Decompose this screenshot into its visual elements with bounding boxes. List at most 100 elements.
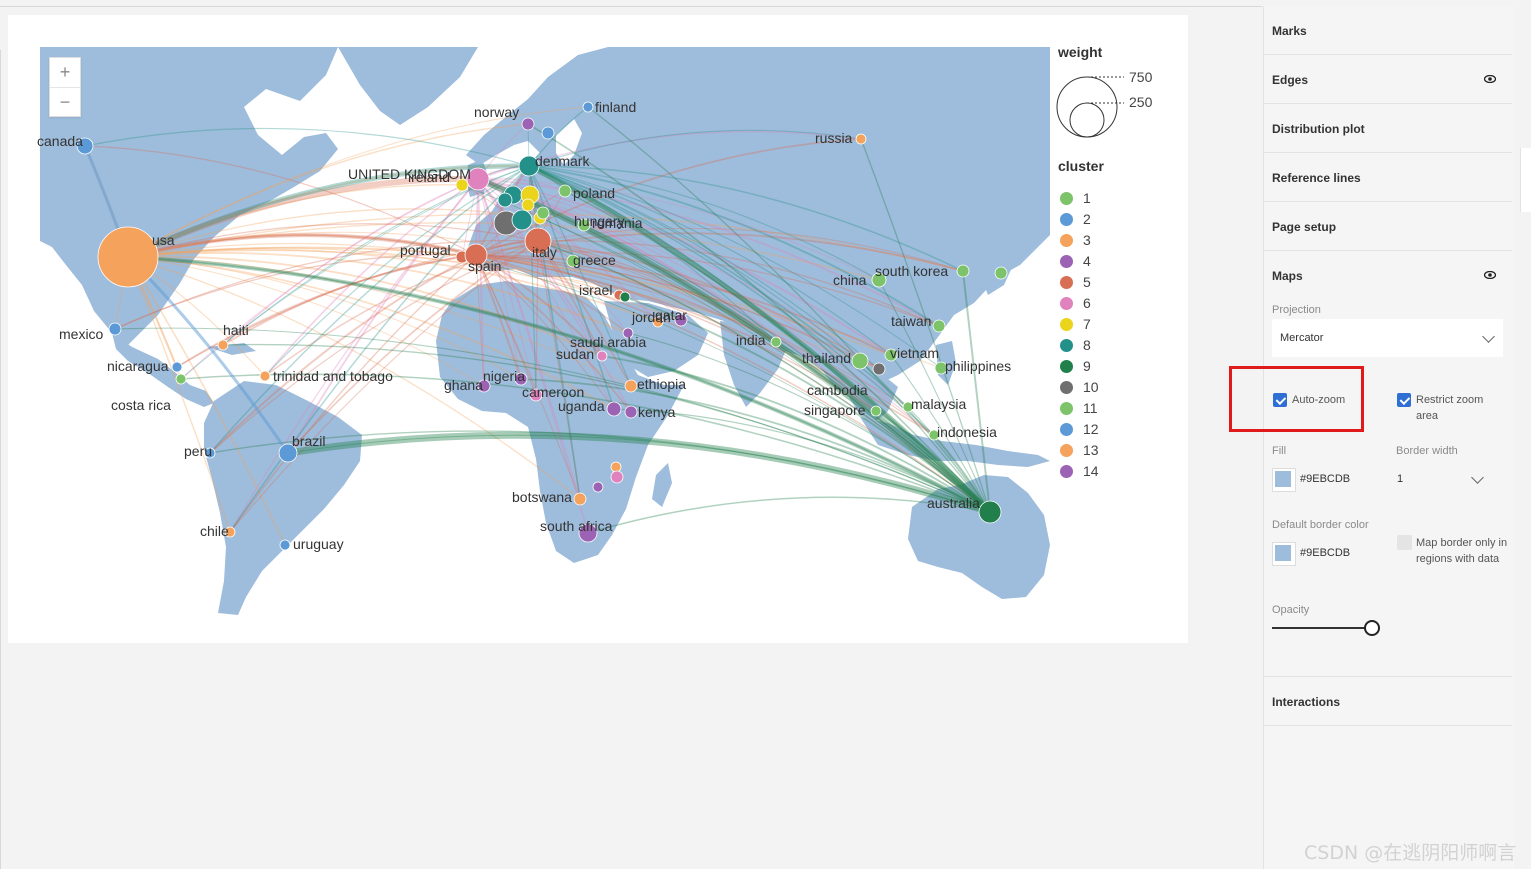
legend-weight-750: 750 — [1129, 69, 1153, 85]
border-color-value[interactable]: #9EBCDB — [1300, 547, 1350, 559]
node-russia[interactable] — [855, 133, 867, 145]
legend-cluster-swatch — [1060, 444, 1073, 457]
node-kenya[interactable] — [624, 405, 638, 419]
legend-cluster-swatch — [1060, 360, 1073, 373]
section-interactions[interactable]: Interactions — [1264, 677, 1512, 726]
legend-cluster-swatch — [1060, 276, 1073, 289]
node-extra[interactable] — [497, 192, 513, 208]
zoom-control[interactable]: + − — [49, 57, 81, 117]
node-extra[interactable] — [619, 291, 631, 303]
legend-cluster-swatch — [1060, 339, 1073, 352]
node-india[interactable] — [770, 336, 782, 348]
node-usa[interactable] — [97, 226, 159, 288]
map-label-israel: israel — [579, 282, 612, 298]
opacity-slider-handle[interactable] — [1364, 620, 1380, 636]
node-cambodia[interactable] — [872, 362, 886, 376]
legend-cluster-label: 14 — [1083, 463, 1099, 479]
projection-value: Mercator — [1280, 332, 1324, 344]
network-map[interactable]: canada usa mexiconicaragua costa rica haiti t… — [8, 15, 1188, 643]
map-label-ireland: ireland — [408, 169, 450, 185]
zoom-out-button[interactable]: − — [50, 88, 80, 117]
map-label-thailand: thailand — [802, 350, 851, 366]
node-extra[interactable] — [994, 266, 1008, 280]
node-mexico[interactable] — [108, 322, 122, 336]
node-extra[interactable] — [521, 198, 535, 212]
restrict-zoom-checkbox[interactable] — [1397, 393, 1411, 407]
node-norway[interactable] — [521, 117, 535, 131]
section-reference-lines[interactable]: Reference lines — [1264, 153, 1512, 202]
section-edges[interactable]: Edges — [1264, 55, 1512, 104]
map-label-botswana: botswana — [512, 489, 572, 505]
eye-icon[interactable] — [1484, 271, 1496, 279]
legend-cluster-label: 6 — [1083, 295, 1091, 311]
node-nicaragua[interactable] — [171, 361, 183, 373]
map-label-indonesia: indonesia — [937, 424, 997, 440]
top-divider — [0, 6, 1262, 7]
legend-cluster-title: cluster — [1058, 158, 1104, 174]
map-label-mexico: mexico — [59, 326, 104, 342]
node-singapore[interactable] — [870, 405, 882, 417]
node-haiti[interactable] — [217, 339, 229, 351]
opacity-slider-track[interactable] — [1272, 627, 1372, 629]
map-label-cambodia: cambodia — [807, 382, 868, 398]
node-poland[interactable] — [558, 184, 572, 198]
map-label-india: india — [736, 332, 766, 348]
map-label-malaysia: malaysia — [911, 396, 966, 412]
node-sudan[interactable] — [596, 350, 608, 362]
fill-value[interactable]: #9EBCDB — [1300, 473, 1350, 485]
node-extra[interactable] — [511, 209, 533, 231]
node-extra[interactable] — [592, 481, 604, 493]
zoom-in-button[interactable]: + — [50, 58, 80, 88]
collapsed-side-tab[interactable] — [1520, 148, 1531, 212]
map-label-costarica: costa rica — [111, 397, 171, 413]
node-extra[interactable] — [610, 461, 622, 473]
legend-cluster-label: 11 — [1083, 400, 1098, 416]
map-border-only-checkbox[interactable] — [1397, 535, 1412, 550]
node-finland[interactable] — [582, 101, 594, 113]
section-page-setup[interactable]: Page setup — [1264, 202, 1512, 251]
map-label-philippines: philippines — [945, 358, 1011, 374]
node-australia[interactable] — [978, 500, 1002, 524]
legend-cluster-swatch — [1060, 381, 1073, 394]
land-south-america — [204, 381, 362, 615]
settings-panel: Marks Edges Distribution plot Reference … — [1263, 6, 1514, 869]
map-label-singapore: singapore — [804, 402, 866, 418]
legend-cluster-label: 8 — [1083, 337, 1091, 353]
default-border-color-label: Default border color — [1272, 519, 1369, 531]
section-marks[interactable]: Marks — [1264, 6, 1512, 55]
legend-cluster-swatch — [1060, 213, 1073, 226]
map-label-australia: australia — [927, 495, 980, 511]
projection-select[interactable]: Mercator — [1272, 319, 1503, 357]
border-width-value[interactable]: 1 — [1397, 473, 1403, 485]
legend-cluster-swatch — [1060, 423, 1073, 436]
node-trinidad[interactable] — [259, 370, 271, 382]
section-maps-label[interactable]: Maps — [1272, 269, 1303, 283]
map-label-ethiopia: ethiopia — [637, 376, 686, 392]
border-width-label: Border width — [1396, 445, 1458, 457]
map-canvas[interactable]: canada usa mexico nicaragua costa rica haiti t… — [8, 15, 1188, 643]
node-extra[interactable] — [610, 470, 624, 484]
map-label-sudan: sudan — [556, 346, 594, 362]
legend-cluster-label: 5 — [1083, 274, 1091, 290]
section-distribution-plot[interactable]: Distribution plot — [1264, 104, 1512, 153]
node-uruguay[interactable] — [279, 539, 291, 551]
section-reference-label: Reference lines — [1272, 171, 1361, 185]
legend-cluster-swatch — [1060, 192, 1073, 205]
node-thailand[interactable] — [851, 352, 869, 370]
node-botswana[interactable] — [573, 492, 587, 506]
node-extra[interactable] — [541, 126, 555, 140]
node-taiwan[interactable] — [932, 319, 946, 333]
section-interactions-label: Interactions — [1272, 695, 1341, 709]
legend-cluster-label: 3 — [1083, 232, 1091, 248]
node-extra[interactable] — [536, 206, 550, 220]
node-southkorea[interactable] — [956, 264, 970, 278]
fill-color-swatch[interactable] — [1272, 468, 1296, 492]
node-costarica[interactable] — [175, 373, 187, 385]
map-label-ghana: ghana — [444, 377, 483, 393]
border-color-swatch[interactable] — [1272, 542, 1296, 566]
node-uganda[interactable] — [606, 401, 622, 417]
map-label-russia: russia — [815, 130, 853, 146]
node-ethiopia[interactable] — [624, 379, 638, 393]
chevron-down-icon — [1482, 330, 1495, 343]
eye-icon[interactable] — [1484, 75, 1496, 83]
